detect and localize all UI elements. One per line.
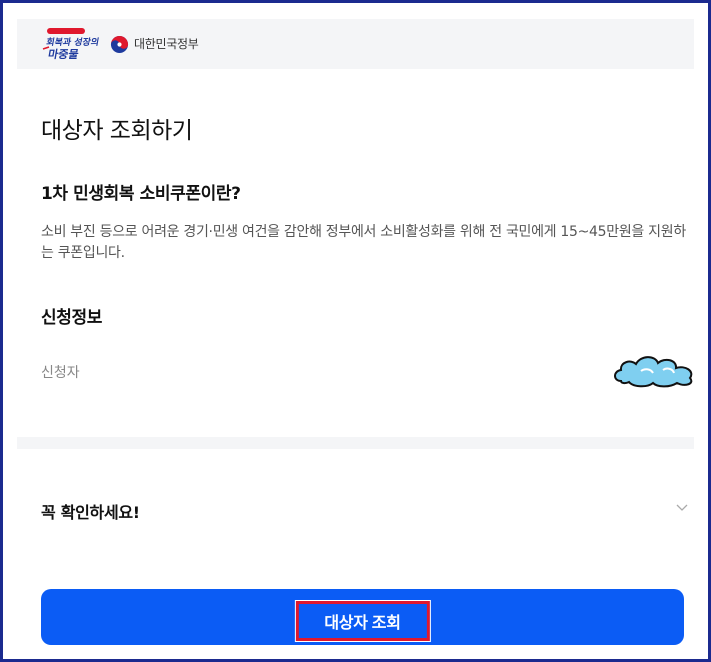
- korea-gov-emblem-icon: [110, 35, 129, 54]
- page-container: 회복과 성장의 마중물 대한민국정부 대상자 조회하기 1차 민생회복 소비쿠폰…: [17, 19, 694, 653]
- lookup-button[interactable]: 대상자 조회: [41, 589, 684, 645]
- gov-name: 대한민국정부: [134, 37, 199, 51]
- chevron-down-icon[interactable]: [676, 501, 688, 513]
- notice-accordion[interactable]: 꼭 확인하세요!: [17, 485, 694, 533]
- section-divider: [17, 437, 694, 449]
- campaign-logo[interactable]: 회복과 성장의 마중물: [39, 27, 101, 63]
- application-heading: 신청정보: [41, 308, 102, 328]
- window-frame: 회복과 성장의 마중물 대한민국정부 대상자 조회하기 1차 민생회복 소비쿠폰…: [0, 0, 711, 662]
- site-header: 회복과 성장의 마중물 대한민국정부: [17, 19, 694, 69]
- applicant-label: 신청자: [41, 365, 80, 381]
- lookup-button-label: 대상자 조회: [294, 600, 431, 642]
- notice-title: 꼭 확인하세요!: [41, 503, 140, 522]
- cloud-icon: [614, 356, 693, 388]
- intro-description: 소비 부진 등으로 어려운 경기·민생 여건을 감안해 정부에서 소비활성화를 …: [41, 224, 686, 261]
- page-title: 대상자 조회하기: [41, 118, 193, 144]
- svg-text:마중물: 마중물: [47, 47, 80, 61]
- svg-text:회복과 성장의: 회복과 성장의: [45, 36, 100, 48]
- intro-heading: 1차 민생회복 소비쿠폰이란?: [41, 184, 241, 204]
